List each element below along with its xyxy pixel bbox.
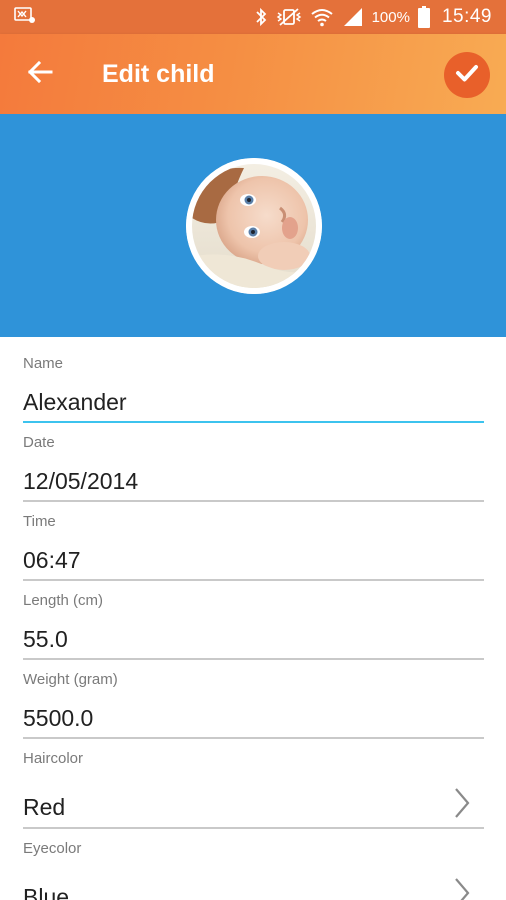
avatar[interactable] bbox=[186, 158, 322, 294]
page-title: Edit child bbox=[102, 59, 215, 88]
name-input[interactable]: Alexander bbox=[23, 385, 484, 419]
length-field[interactable]: Length (cm) 55.0 bbox=[23, 590, 484, 660]
date-underline bbox=[23, 500, 484, 502]
back-button[interactable] bbox=[20, 54, 60, 94]
haircolor-label: Haircolor bbox=[23, 750, 84, 767]
weight-field[interactable]: Weight (gram) 5500.0 bbox=[23, 669, 484, 739]
length-input[interactable]: 55.0 bbox=[23, 622, 484, 656]
signal-icon bbox=[342, 7, 364, 27]
haircolor-underline bbox=[23, 827, 484, 829]
date-field[interactable]: Date 12/05/2014 bbox=[23, 432, 484, 502]
check-icon bbox=[455, 63, 479, 88]
battery-icon bbox=[417, 6, 430, 28]
photo-header bbox=[0, 114, 506, 337]
chevron-right-icon[interactable] bbox=[450, 876, 474, 900]
date-input[interactable]: 12/05/2014 bbox=[23, 464, 484, 498]
time-field[interactable]: Time 06:47 bbox=[23, 511, 484, 581]
status-time: 15:49 bbox=[441, 6, 492, 27]
chevron-right-icon[interactable] bbox=[450, 786, 474, 820]
length-underline bbox=[23, 658, 484, 660]
name-field[interactable]: Name Alexander bbox=[23, 353, 484, 423]
time-underline bbox=[23, 579, 484, 581]
status-bar: 100% 15:49 bbox=[0, 0, 506, 34]
save-button[interactable] bbox=[444, 52, 490, 98]
status-right: 100% 15:49 bbox=[254, 6, 492, 28]
eyecolor-value[interactable]: Blue bbox=[23, 880, 484, 900]
eyecolor-field[interactable]: Eyecolor Blue bbox=[23, 838, 484, 900]
haircolor-value[interactable]: Red bbox=[23, 790, 484, 824]
battery-percentage: 100% bbox=[371, 8, 410, 26]
name-label: Name bbox=[23, 355, 64, 372]
weight-label: Weight (gram) bbox=[23, 671, 118, 688]
length-label: Length (cm) bbox=[23, 592, 104, 609]
bluetooth-icon bbox=[254, 7, 268, 27]
eyecolor-label: Eyecolor bbox=[23, 840, 82, 857]
baby-photo bbox=[186, 158, 322, 294]
time-input[interactable]: 06:47 bbox=[23, 543, 484, 577]
weight-input[interactable]: 5500.0 bbox=[23, 701, 484, 735]
vibrate-mute-icon bbox=[276, 7, 302, 27]
date-label: Date bbox=[23, 434, 55, 451]
time-label: Time bbox=[23, 513, 56, 530]
haircolor-field[interactable]: Haircolor Red bbox=[23, 748, 484, 829]
status-left bbox=[14, 6, 36, 29]
weight-underline bbox=[23, 737, 484, 739]
arrow-back-icon bbox=[27, 60, 53, 89]
app-bar: Edit child bbox=[0, 34, 506, 114]
name-underline bbox=[23, 421, 484, 423]
notification-icon bbox=[14, 6, 36, 29]
wifi-icon bbox=[310, 7, 334, 27]
